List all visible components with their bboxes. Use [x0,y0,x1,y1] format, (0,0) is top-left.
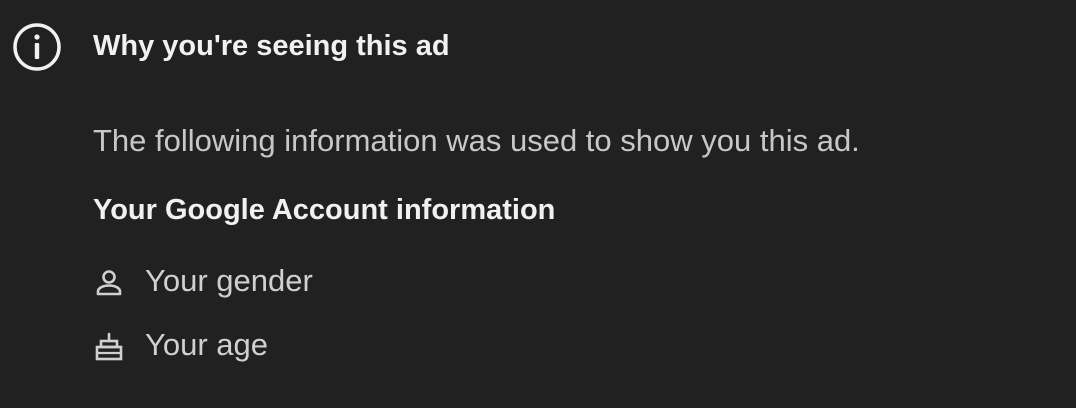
panel-title: Why you're seeing this ad [93,30,450,62]
list-item-label: Your gender [145,263,313,298]
list-item-label: Your age [145,327,268,362]
description-text: The following information was used to sh… [93,123,860,158]
list-item-age: Your age [93,323,693,367]
person-icon [96,270,122,296]
ad-info-panel: Why you're seeing this ad The following … [0,0,1076,408]
info-icon [13,23,61,71]
cake-icon [95,332,123,361]
list-item-gender: Your gender [93,259,693,303]
section-heading: Your Google Account information [93,194,556,226]
panel-header: Why you're seeing this ad [0,0,1076,92]
